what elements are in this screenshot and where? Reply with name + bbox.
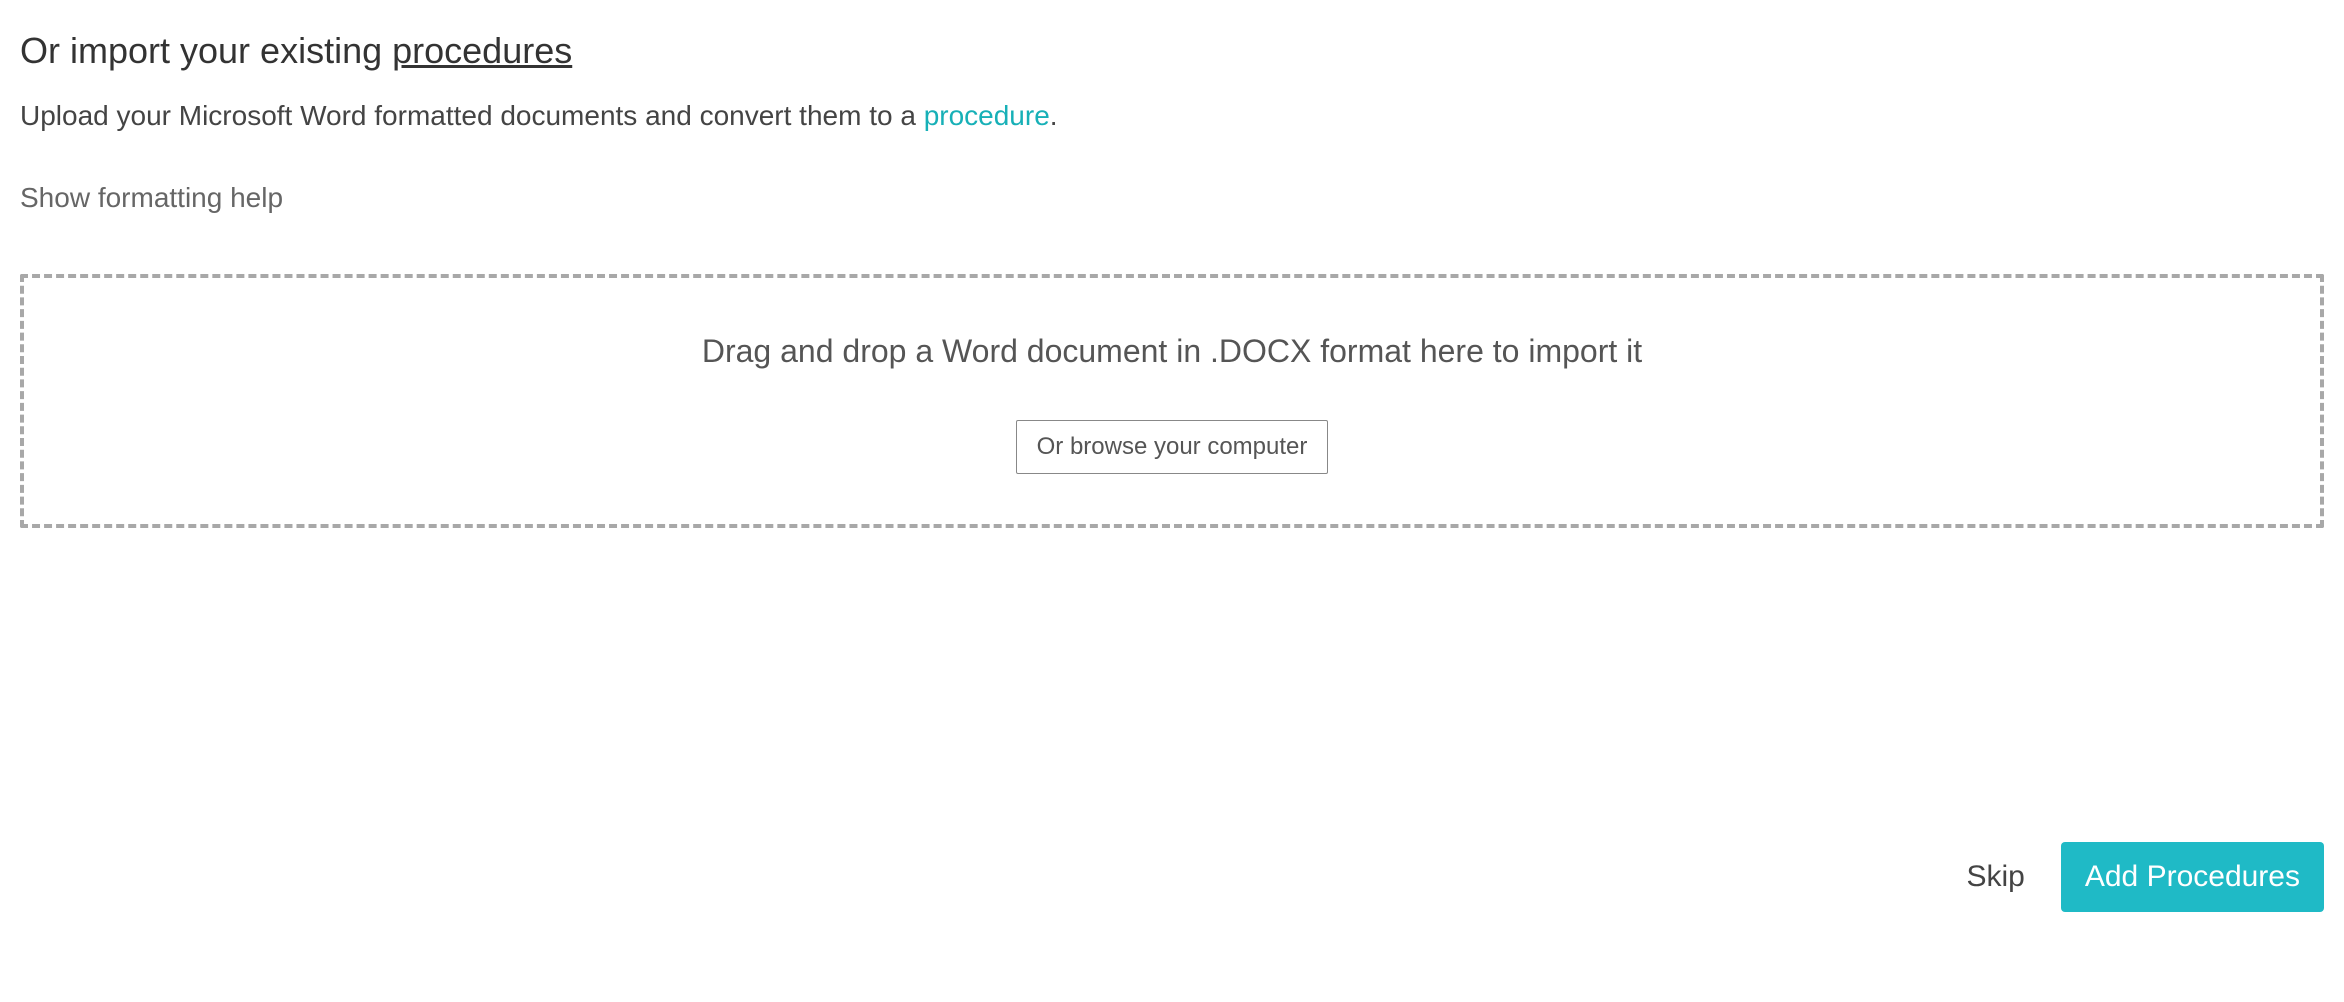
add-procedures-button[interactable]: Add Procedures [2061, 842, 2324, 912]
subtext-prefix: Upload your Microsoft Word formatted doc… [20, 100, 924, 131]
footer-actions: Skip Add Procedures [1955, 842, 2325, 912]
heading-underlined: procedures [392, 30, 572, 71]
skip-button[interactable]: Skip [1955, 844, 2037, 910]
browse-computer-button[interactable]: Or browse your computer [1016, 420, 1329, 474]
procedure-link[interactable]: procedure [924, 100, 1050, 131]
dropzone-instruction: Drag and drop a Word document in .DOCX f… [44, 333, 2300, 370]
import-heading: Or import your existing procedures [20, 30, 2324, 72]
heading-prefix: Or import your existing [20, 30, 392, 71]
file-dropzone[interactable]: Drag and drop a Word document in .DOCX f… [20, 274, 2324, 528]
formatting-help-link[interactable]: Show formatting help [20, 182, 283, 214]
subtext-suffix: . [1050, 100, 1058, 131]
import-subtext: Upload your Microsoft Word formatted doc… [20, 100, 2324, 132]
